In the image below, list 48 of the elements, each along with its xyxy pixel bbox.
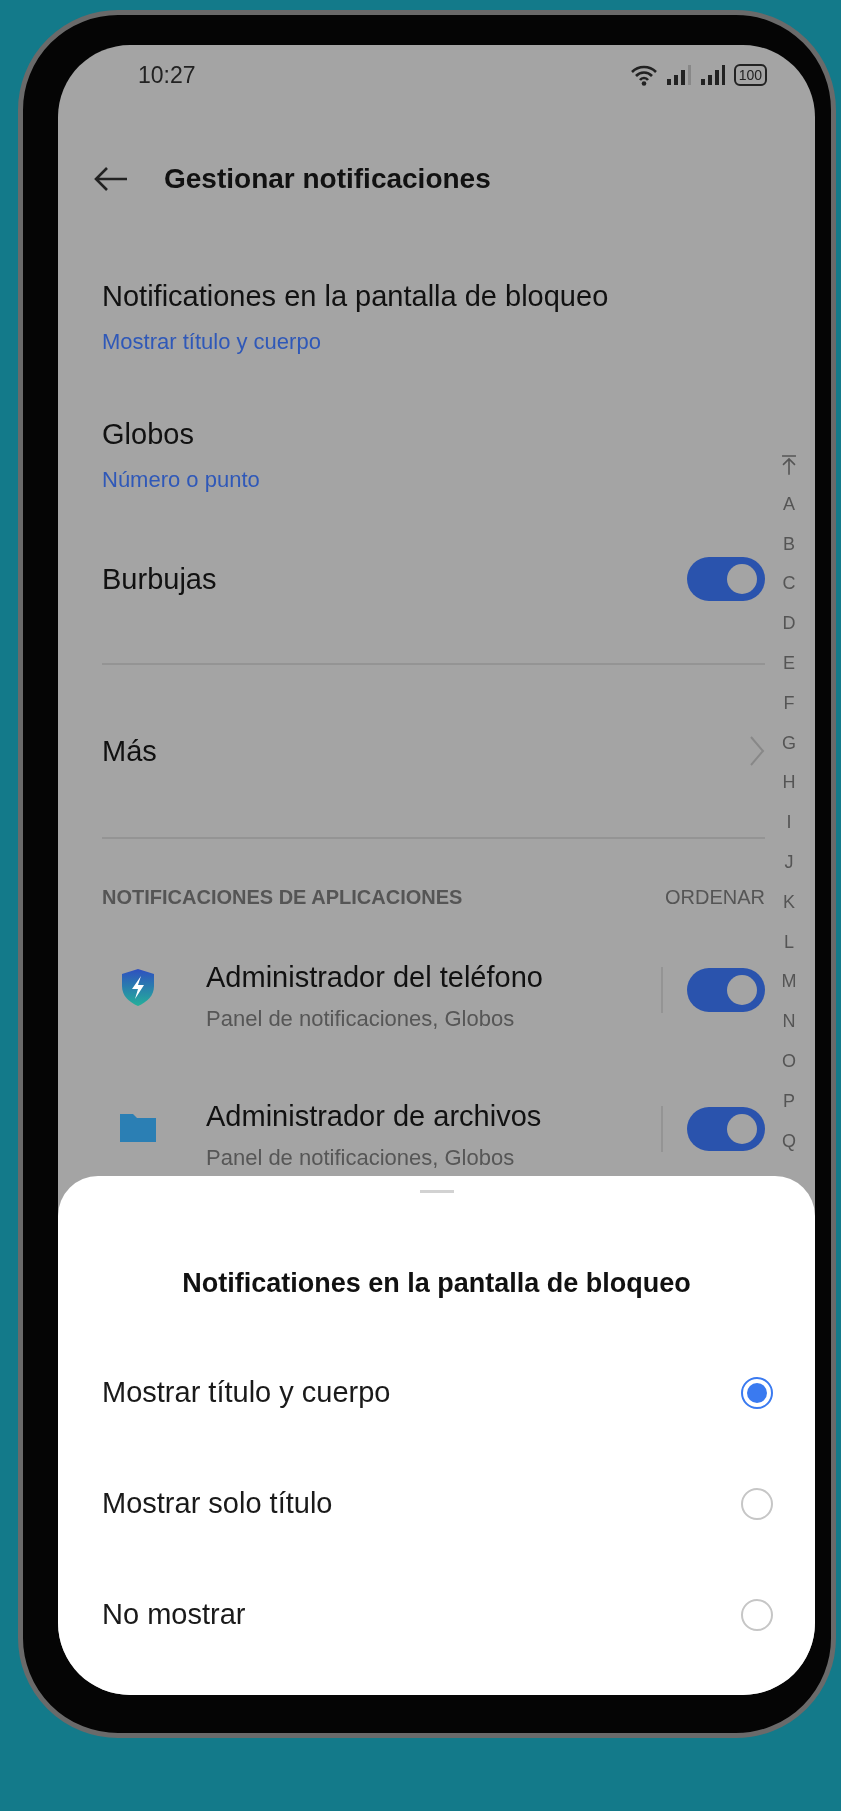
status-time: 10:27: [138, 60, 196, 90]
radio-button[interactable]: [741, 1376, 773, 1409]
index-letter[interactable]: C: [774, 564, 804, 605]
battery-indicator: 100: [733, 64, 767, 86]
setting-value[interactable]: Número o punto: [102, 466, 765, 494]
toggle-switch[interactable]: [687, 1107, 765, 1151]
toggle-switch[interactable]: [687, 968, 765, 1012]
index-letter[interactable]: D: [774, 604, 804, 644]
setting-value[interactable]: Mostrar título y cuerpo: [102, 328, 765, 356]
index-letter[interactable]: H: [774, 763, 804, 804]
signal-icon: [665, 64, 692, 86]
setting-title[interactable]: Notificationes en la pantalla de bloqueo: [102, 278, 765, 314]
setting-title[interactable]: Más: [102, 733, 157, 769]
index-letter[interactable]: E: [774, 644, 804, 684]
radio-button[interactable]: [741, 1598, 773, 1631]
sheet-title: Notificationes en la pantalla de bloqueo: [181, 1267, 692, 1300]
app-summary: Panel de notificaciones, Globos: [206, 1144, 516, 1172]
setting-title[interactable]: Globos: [102, 416, 765, 452]
index-letter[interactable]: L: [774, 922, 804, 963]
index-letter[interactable]: A: [774, 484, 804, 525]
wifi-icon: [629, 64, 658, 86]
index-letter[interactable]: J: [774, 842, 804, 883]
option-label: No mostrar: [102, 1596, 246, 1632]
index-letter[interactable]: K: [774, 882, 804, 923]
back-arrow-icon[interactable]: [94, 167, 128, 191]
index-letter[interactable]: F: [774, 683, 804, 724]
signal-icon: [699, 64, 726, 86]
toggle-switch[interactable]: [687, 557, 765, 601]
app-name[interactable]: Administrador de archivos: [206, 1098, 661, 1134]
option-label: Mostrar título y cuerpo: [102, 1374, 391, 1410]
index-letter[interactable]: G: [774, 723, 804, 764]
chevron-right-icon: [749, 735, 765, 767]
index-letter[interactable]: Q: [774, 1121, 804, 1162]
sheet-handle[interactable]: [419, 1190, 454, 1193]
index-letter[interactable]: I: [774, 803, 804, 843]
index-letter[interactable]: O: [774, 1041, 804, 1082]
setting-title: Burbujas: [102, 562, 217, 597]
option-label: Mostrar solo título: [102, 1485, 333, 1521]
app-summary: Panel de notificaciones, Globos: [206, 1005, 516, 1033]
radio-button[interactable]: [741, 1487, 773, 1520]
sort-link[interactable]: ORDENAR: [665, 885, 765, 919]
app-name[interactable]: Administrador del teléfono: [206, 959, 661, 995]
section-header: NOTIFICACIONES DE APLICACIONES: [102, 885, 463, 910]
index-letter[interactable]: M: [774, 962, 804, 1003]
index-letter[interactable]: P: [774, 1081, 804, 1122]
index-letter[interactable]: B: [774, 524, 804, 565]
page-title: Gestionar notificaciones: [164, 162, 491, 196]
index-letter[interactable]: N: [774, 1002, 804, 1042]
